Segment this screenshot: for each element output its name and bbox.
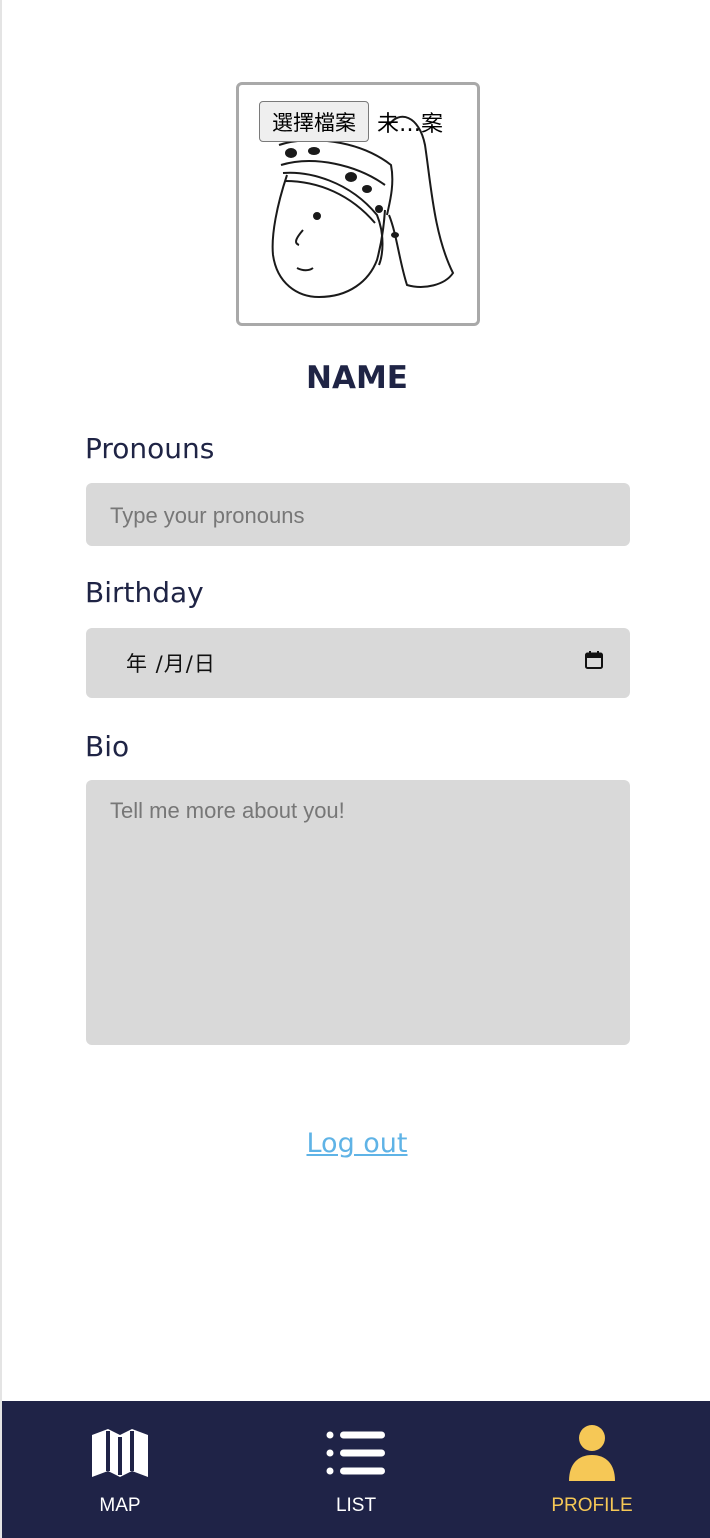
birthday-label: Birthday <box>85 576 204 609</box>
pronouns-placeholder: Type your pronouns <box>110 503 305 528</box>
profile-name: NAME <box>306 360 408 396</box>
file-upload: 選擇檔案 未…案 <box>259 101 443 142</box>
tab-list[interactable]: LIST <box>238 1401 474 1538</box>
map-icon <box>90 1425 150 1481</box>
date-placeholder: 年 /月/日 <box>126 652 216 676</box>
avatar[interactable]: 選擇檔案 未…案 <box>236 82 480 326</box>
calendar-icon[interactable] <box>584 650 604 676</box>
bottom-tab-bar: MAP LIST PROFILE <box>2 1401 710 1538</box>
tab-map[interactable]: MAP <box>2 1401 238 1538</box>
tab-profile[interactable]: PROFILE <box>474 1401 710 1538</box>
page-edge <box>0 0 2 1538</box>
bio-placeholder: Tell me more about you! <box>110 798 345 823</box>
birthday-date-input[interactable]: 年 /月/日 <box>86 628 630 698</box>
file-status-text: 未…案 <box>377 111 444 137</box>
tab-label-map: MAP <box>99 1495 141 1516</box>
bio-textarea[interactable]: Tell me more about you! <box>86 780 630 1045</box>
pronouns-input[interactable]: Type your pronouns <box>86 483 630 546</box>
choose-file-button[interactable]: 選擇檔案 <box>259 101 369 142</box>
pronouns-label: Pronouns <box>85 432 215 465</box>
tab-label-profile: PROFILE <box>551 1495 633 1516</box>
bio-label: Bio <box>85 730 130 763</box>
person-icon <box>568 1425 616 1481</box>
tab-label-list: LIST <box>335 1495 377 1516</box>
logout-link[interactable]: Log out <box>0 1128 710 1159</box>
list-icon <box>326 1425 386 1481</box>
